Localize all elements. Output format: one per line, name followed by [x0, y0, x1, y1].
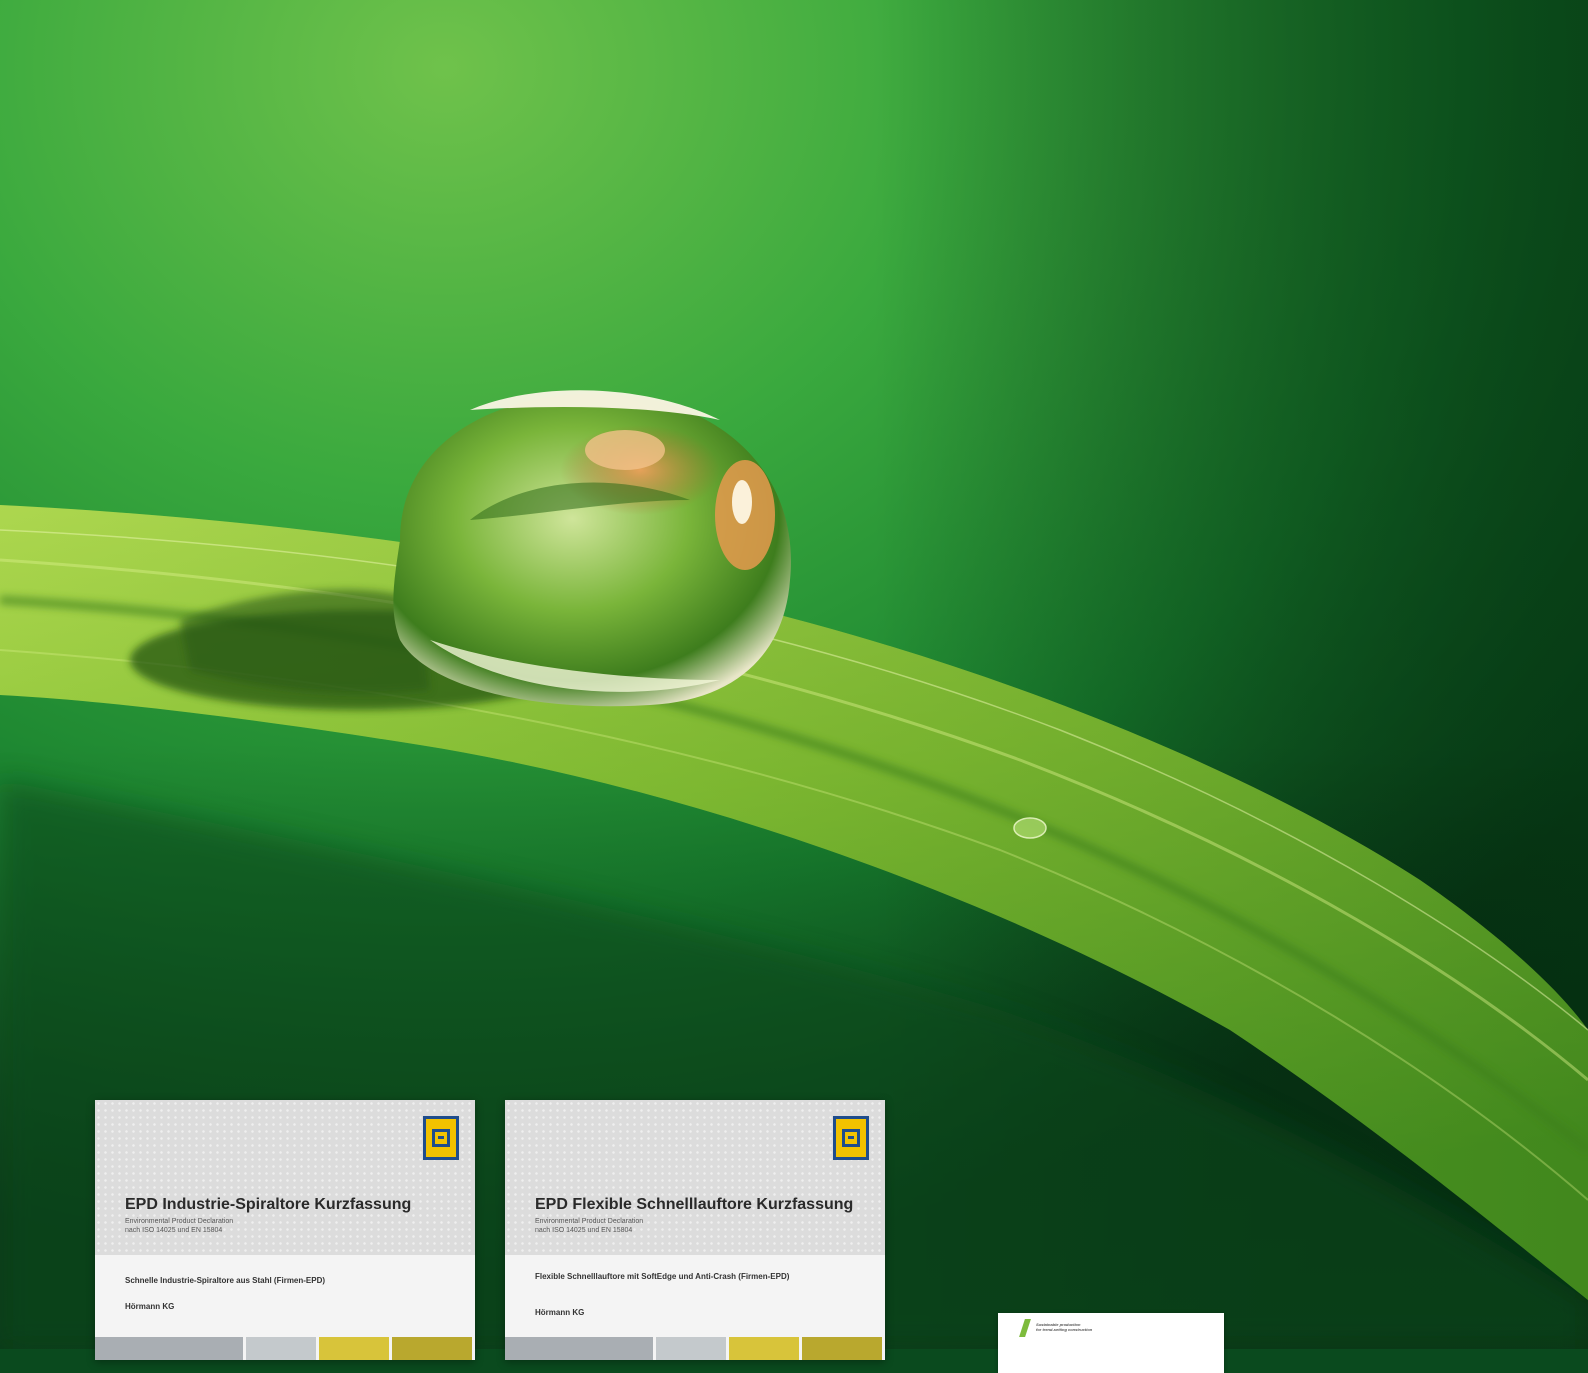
small-droplet — [1013, 817, 1047, 839]
green-slash-icon — [1019, 1319, 1031, 1337]
brochure-subtitle: Environmental Product Declaration nach I… — [125, 1218, 234, 1234]
brochure-company: Hörmann KG — [535, 1308, 585, 1317]
hoermann-logo-icon — [423, 1116, 459, 1160]
brochure-description: Flexible Schnelllauftore mit SoftEdge un… — [535, 1272, 790, 1281]
brochure-description: Schnelle Industrie-Spiraltore aus Stahl … — [125, 1276, 326, 1285]
brochure-title: EPD Industrie-Spiraltore Kurzfassung — [125, 1196, 412, 1213]
hoermann-logo-icon — [833, 1116, 869, 1160]
sustainability-tagline: Sustainable production for trend-setting … — [1036, 1322, 1093, 1332]
brochure-company: Hörmann KG — [125, 1302, 175, 1311]
brochure-subtitle: Environmental Product Declaration nach I… — [535, 1218, 644, 1234]
brochure-cover-spiraltore: EPD Industrie-Spiraltore Kurzfassung Env… — [95, 1100, 475, 1360]
brochure-cover-schnelllauftore: EPD Flexible Schnelllauftore Kurzfassung… — [505, 1100, 885, 1360]
water-droplet — [393, 390, 791, 707]
brochure-title: EPD Flexible Schnelllauftore Kurzfassung — [535, 1196, 854, 1213]
sustainability-card: Sustainable production for trend-setting … — [998, 1313, 1224, 1373]
